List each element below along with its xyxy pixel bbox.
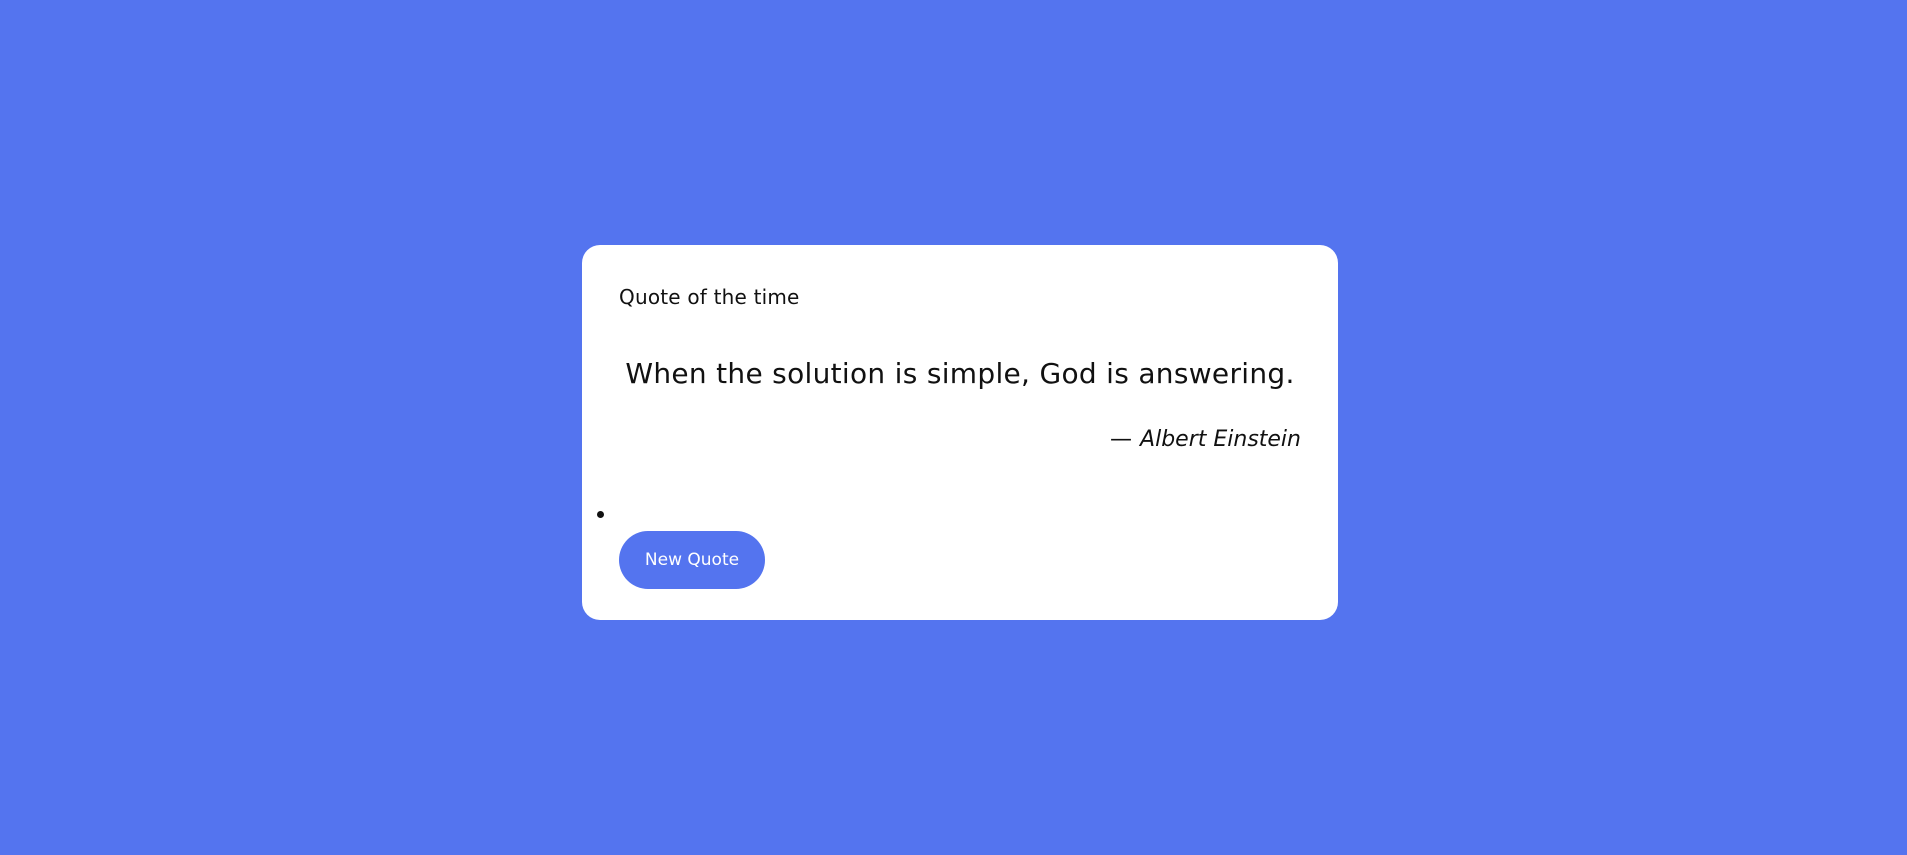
- card-title: Quote of the time: [619, 285, 800, 309]
- quote-text: When the solution is simple, God is answ…: [625, 357, 1295, 390]
- new-quote-button[interactable]: New Quote: [619, 531, 765, 589]
- bullet-dot: [597, 511, 604, 518]
- quote-card: Quote of the time When the solution is s…: [582, 245, 1338, 620]
- author-line: — Albert Einstein: [1110, 427, 1301, 452]
- author-name: Albert Einstein: [1140, 427, 1301, 452]
- author-dash: —: [1110, 427, 1133, 452]
